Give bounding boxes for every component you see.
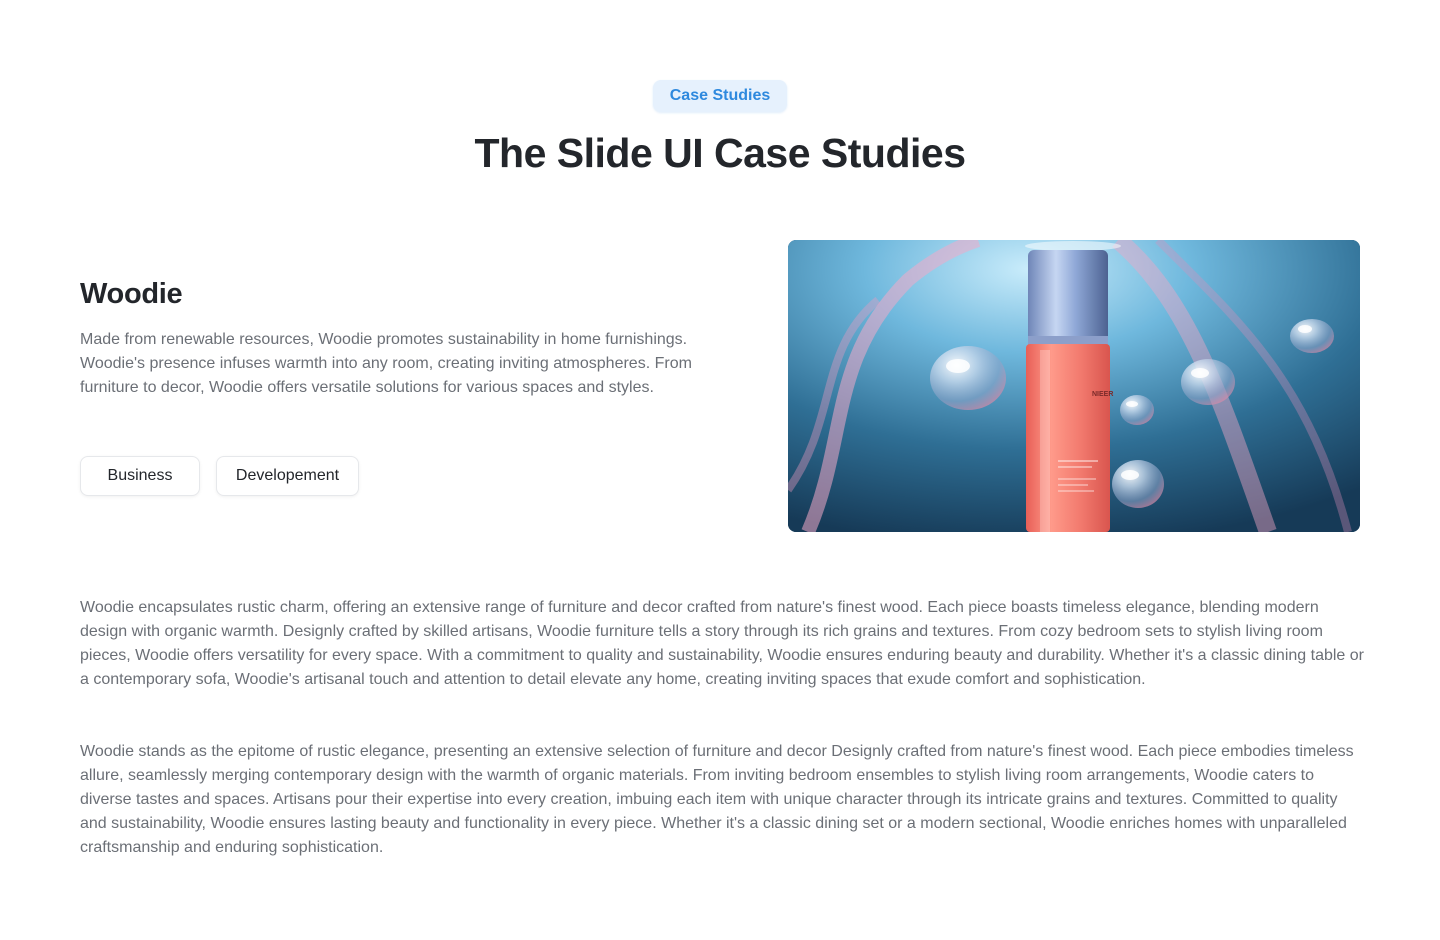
product-bottle-image: NIEER (788, 240, 1360, 532)
tag-development[interactable]: Developement (216, 456, 359, 496)
case-image: NIEER (788, 240, 1360, 532)
body-paragraph-1: Woodie encapsulates rustic charm, offeri… (80, 599, 1364, 688)
case-tags: Business Developement (80, 456, 359, 496)
page-title: The Slide UI Case Studies (474, 130, 966, 176)
case-title: Woodie (80, 278, 183, 310)
bottle-label: NIEER (1092, 391, 1113, 398)
case-description: Made from renewable resources, Woodie pr… (80, 331, 692, 396)
case-studies-page: Case Studies The Slide UI Case Studies W… (0, 0, 1440, 940)
tag-business[interactable]: Business (80, 456, 200, 496)
section-badge: Case Studies (653, 80, 787, 112)
body-paragraph-2: Woodie stands as the epitome of rustic e… (80, 743, 1354, 856)
